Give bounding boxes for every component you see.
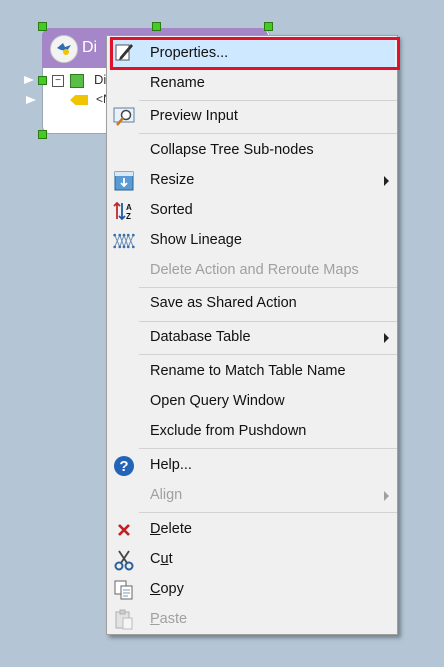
menu-item-preview-input[interactable]: Preview Input — [109, 103, 395, 131]
resize-icon — [113, 170, 135, 192]
context-menu: Properties... Rename Preview Input Colla… — [106, 35, 398, 635]
menu-item-help[interactable]: ? Help... — [109, 452, 395, 480]
paste-icon — [113, 609, 135, 631]
table-node-icon — [70, 74, 84, 88]
menu-item-delete-action-reroute[interactable]: Delete Action and Reroute Maps — [109, 257, 395, 285]
svg-text:A: A — [126, 203, 132, 212]
menu-item-paste[interactable]: Paste — [109, 606, 395, 634]
menu-separator — [139, 100, 397, 101]
scissors-icon — [113, 549, 135, 571]
menu-separator — [139, 287, 397, 288]
menu-item-save-shared-action[interactable]: Save as Shared Action — [109, 290, 395, 318]
submenu-arrow-icon — [384, 333, 389, 343]
menu-item-show-lineage[interactable]: Show Lineage — [109, 227, 395, 255]
menu-item-resize[interactable]: Resize — [109, 167, 395, 195]
lineage-icon — [113, 230, 135, 252]
menu-item-properties[interactable]: Properties... — [109, 38, 395, 69]
node-title: Di — [82, 39, 98, 56]
properties-pencil-icon — [113, 41, 135, 63]
menu-item-database-table[interactable]: Database Table — [109, 324, 395, 352]
menu-item-copy[interactable]: Copy — [109, 576, 395, 604]
menu-separator — [139, 133, 397, 134]
input-port-arrow-icon[interactable] — [24, 76, 34, 84]
copy-icon — [113, 579, 135, 601]
menu-item-align[interactable]: Align — [109, 482, 395, 510]
resize-handle[interactable] — [264, 22, 273, 31]
resize-handle[interactable] — [38, 76, 47, 85]
menu-item-delete[interactable]: Delete — [109, 516, 395, 544]
resize-handle[interactable] — [38, 130, 47, 139]
resize-handle[interactable] — [152, 22, 161, 31]
menu-item-cut[interactable]: Cut — [109, 546, 395, 574]
menu-separator — [139, 512, 397, 513]
help-icon: ? — [113, 455, 135, 477]
node-type-icon — [50, 35, 78, 63]
menu-item-rename[interactable]: Rename — [109, 70, 395, 98]
menu-item-sorted[interactable]: A Z Sorted — [109, 197, 395, 225]
input-port-arrow-icon[interactable] — [26, 96, 36, 104]
resize-handle[interactable] — [38, 22, 47, 31]
menu-item-collapse-tree[interactable]: Collapse Tree Sub-nodes — [109, 137, 395, 165]
submenu-arrow-icon — [384, 491, 389, 501]
svg-text:?: ? — [119, 458, 128, 475]
preview-magnifier-icon — [113, 106, 135, 128]
menu-item-open-query-window[interactable]: Open Query Window — [109, 388, 395, 416]
menu-item-rename-match-table[interactable]: Rename to Match Table Name — [109, 358, 395, 386]
menu-separator — [139, 321, 397, 322]
sort-az-icon: A Z — [113, 200, 135, 222]
menu-item-exclude-pushdown[interactable]: Exclude from Pushdown — [109, 418, 395, 446]
tree-item-label[interactable]: Di — [94, 72, 106, 87]
svg-text:Z: Z — [126, 212, 131, 221]
collapse-toggle-icon[interactable]: − — [52, 75, 64, 87]
delete-x-icon — [113, 519, 135, 541]
menu-separator — [139, 448, 397, 449]
menu-separator — [139, 354, 397, 355]
submenu-arrow-icon — [384, 176, 389, 186]
